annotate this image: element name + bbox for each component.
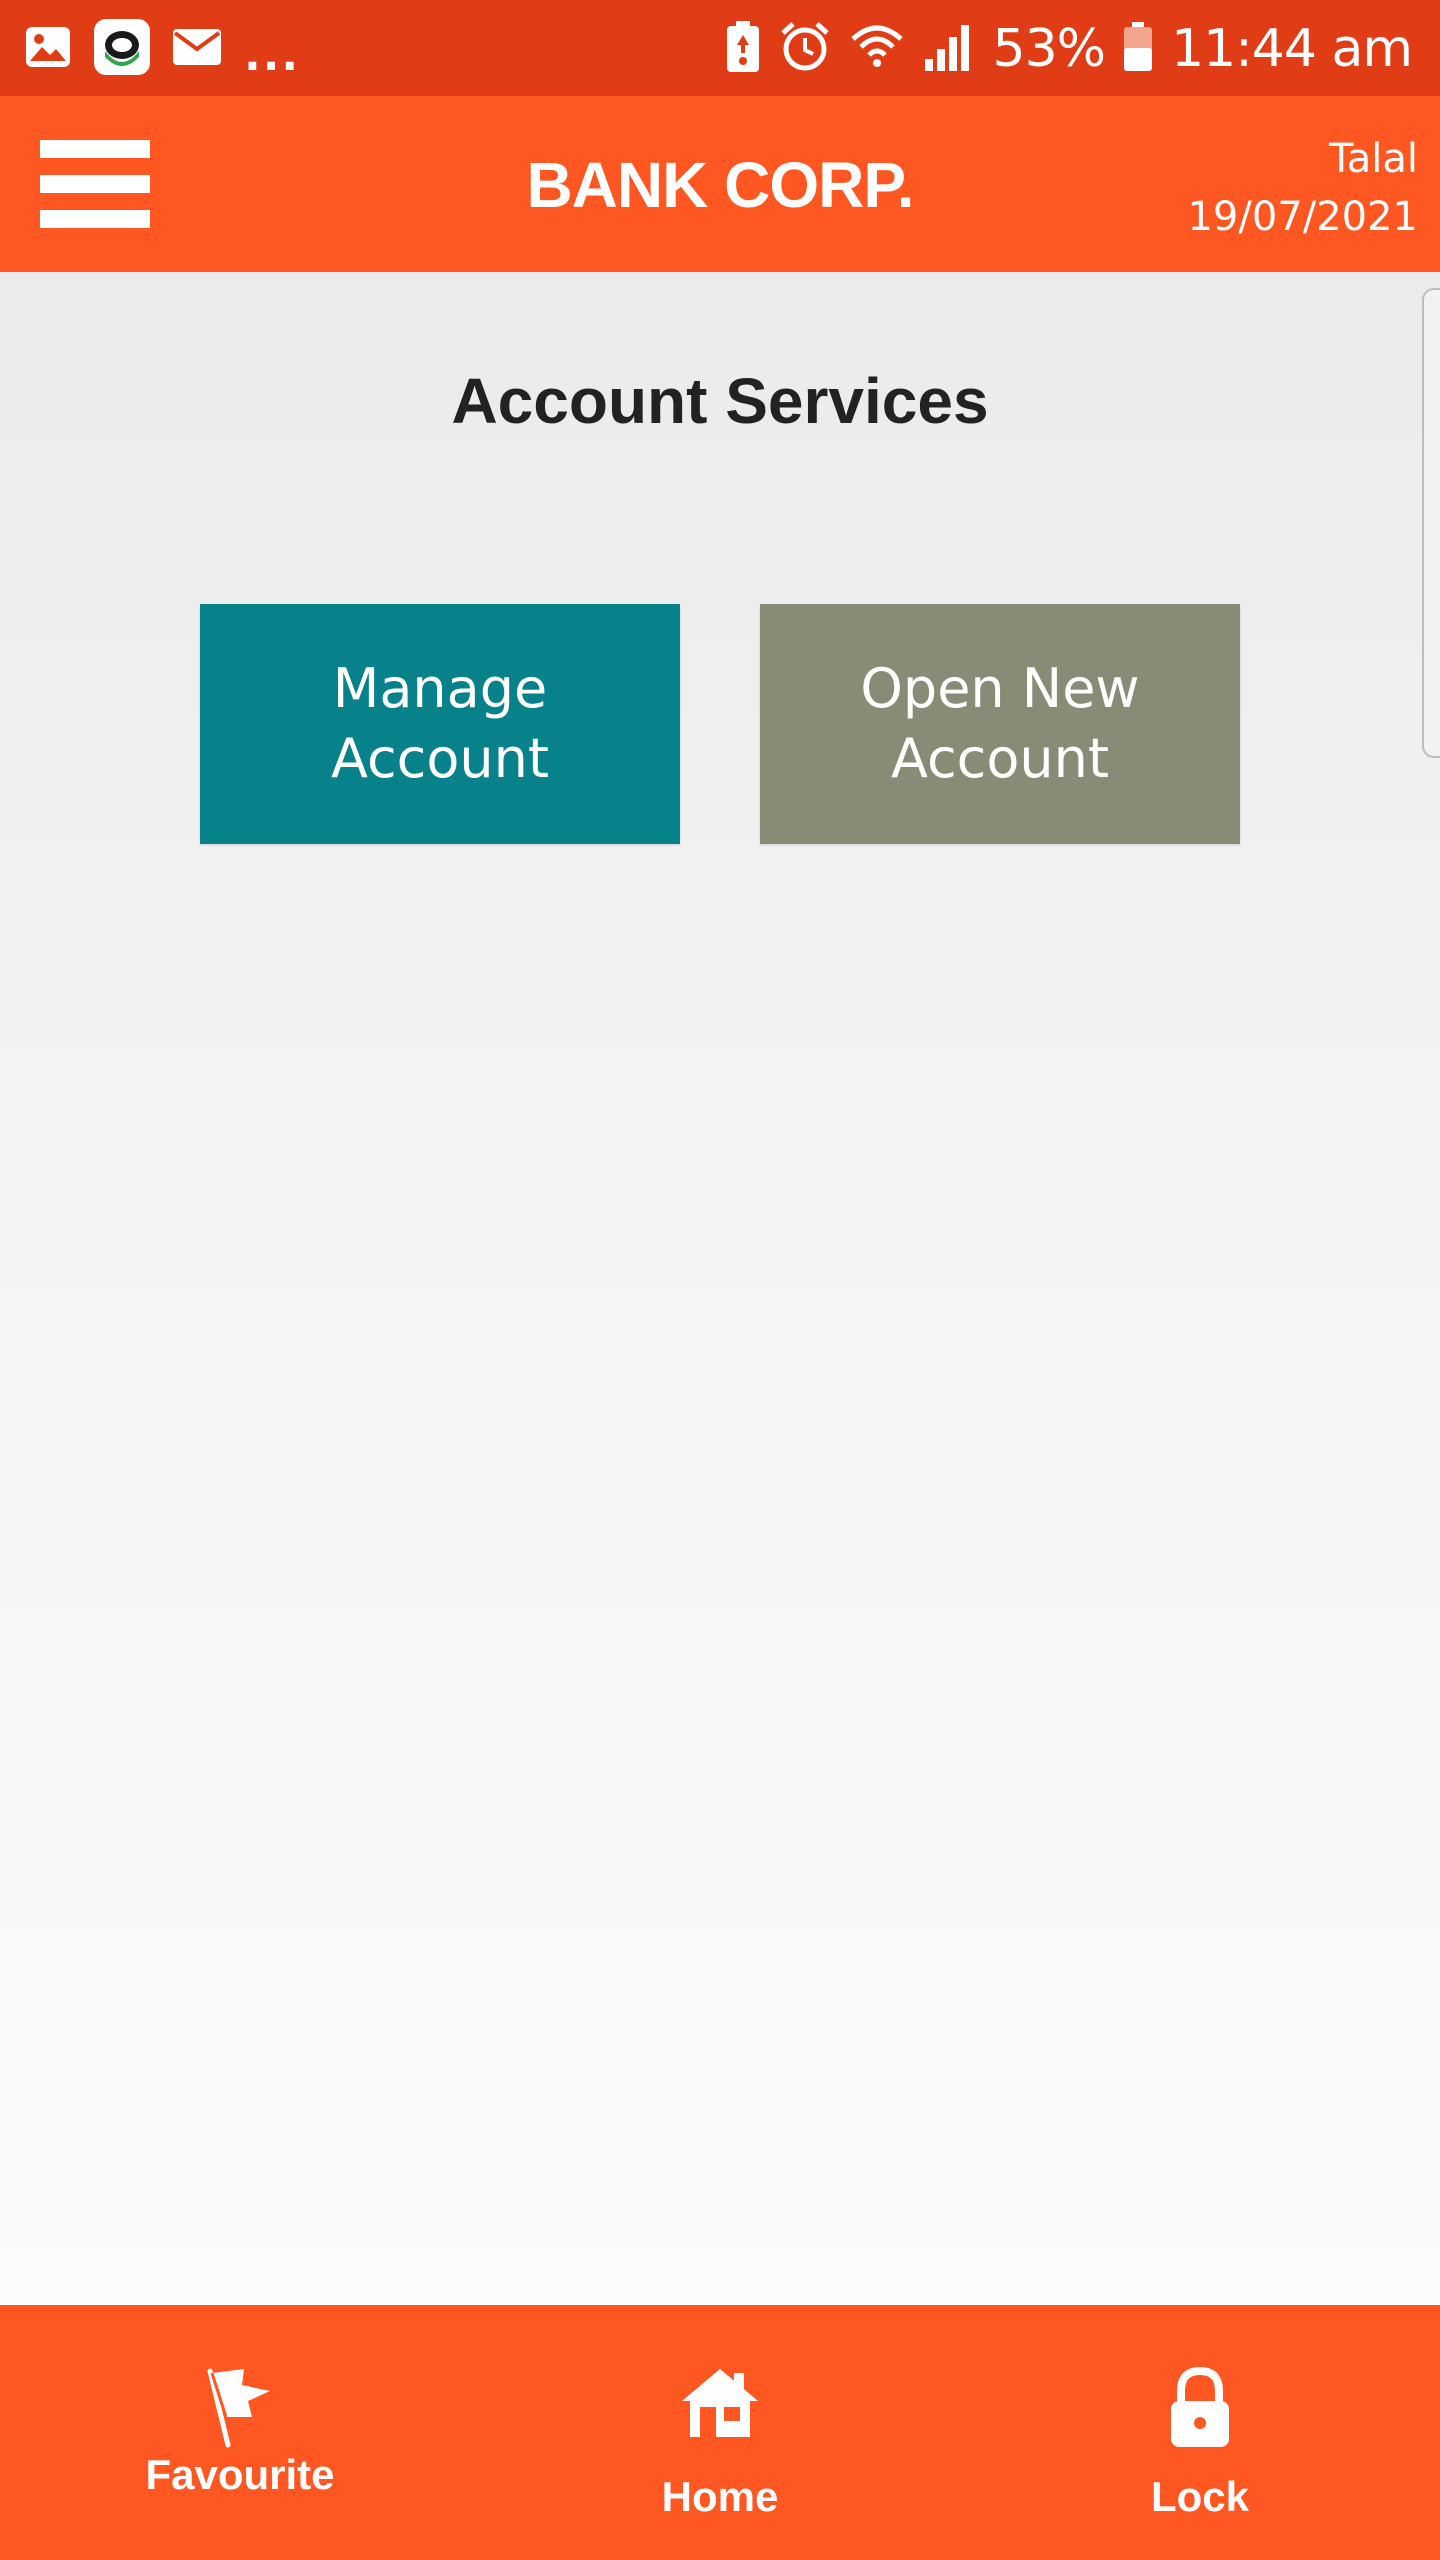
main-content: Account Services Manage Account Open New… (0, 272, 1440, 2305)
page-title: Account Services (451, 365, 989, 437)
signal-icon (923, 23, 975, 76)
app-header: BANK CORP. Talal 19/07/2021 (0, 96, 1440, 272)
manage-account-label: Manage Account (330, 657, 550, 790)
alarm-icon (779, 21, 831, 78)
battery-icon (1123, 21, 1153, 77)
wifi-icon (849, 21, 905, 78)
more-notifications-indicator: ... (244, 30, 301, 81)
clock: 11:44 am (1171, 19, 1413, 79)
home-icon (678, 2365, 762, 2446)
app-notification-icon (94, 18, 150, 80)
gallery-icon (24, 23, 72, 76)
user-name: Talal (1328, 136, 1418, 182)
user-info: Talal 19/07/2021 (1187, 130, 1418, 246)
status-bar-notifications: ... (24, 18, 301, 81)
flag-icon (196, 2365, 280, 2454)
side-panel-handle[interactable] (1422, 288, 1440, 758)
battery-percent: 53% (992, 19, 1107, 79)
email-icon (172, 27, 222, 72)
current-date: 19/07/2021 (1187, 194, 1418, 240)
open-new-account-label: Open New Account (860, 657, 1140, 790)
manage-account-button[interactable]: Manage Account (200, 604, 680, 844)
nav-favourite[interactable]: Favourite (0, 2305, 480, 2560)
nav-home[interactable]: Home (480, 2305, 960, 2560)
nav-home-label: Home (661, 2473, 779, 2520)
nav-favourite-label: Favourite (145, 2451, 335, 2498)
status-bar: ... 53% 11:44 am (0, 0, 1440, 96)
lock-icon (1167, 2366, 1233, 2454)
status-bar-system: 53% 11:44 am (725, 14, 1413, 84)
battery-saver-icon (725, 20, 761, 78)
open-new-account-button[interactable]: Open New Account (760, 604, 1240, 844)
nav-lock-label: Lock (1150, 2473, 1250, 2520)
bottom-navigation: Favourite Home Lock (0, 2305, 1440, 2560)
nav-lock[interactable]: Lock (960, 2305, 1440, 2560)
